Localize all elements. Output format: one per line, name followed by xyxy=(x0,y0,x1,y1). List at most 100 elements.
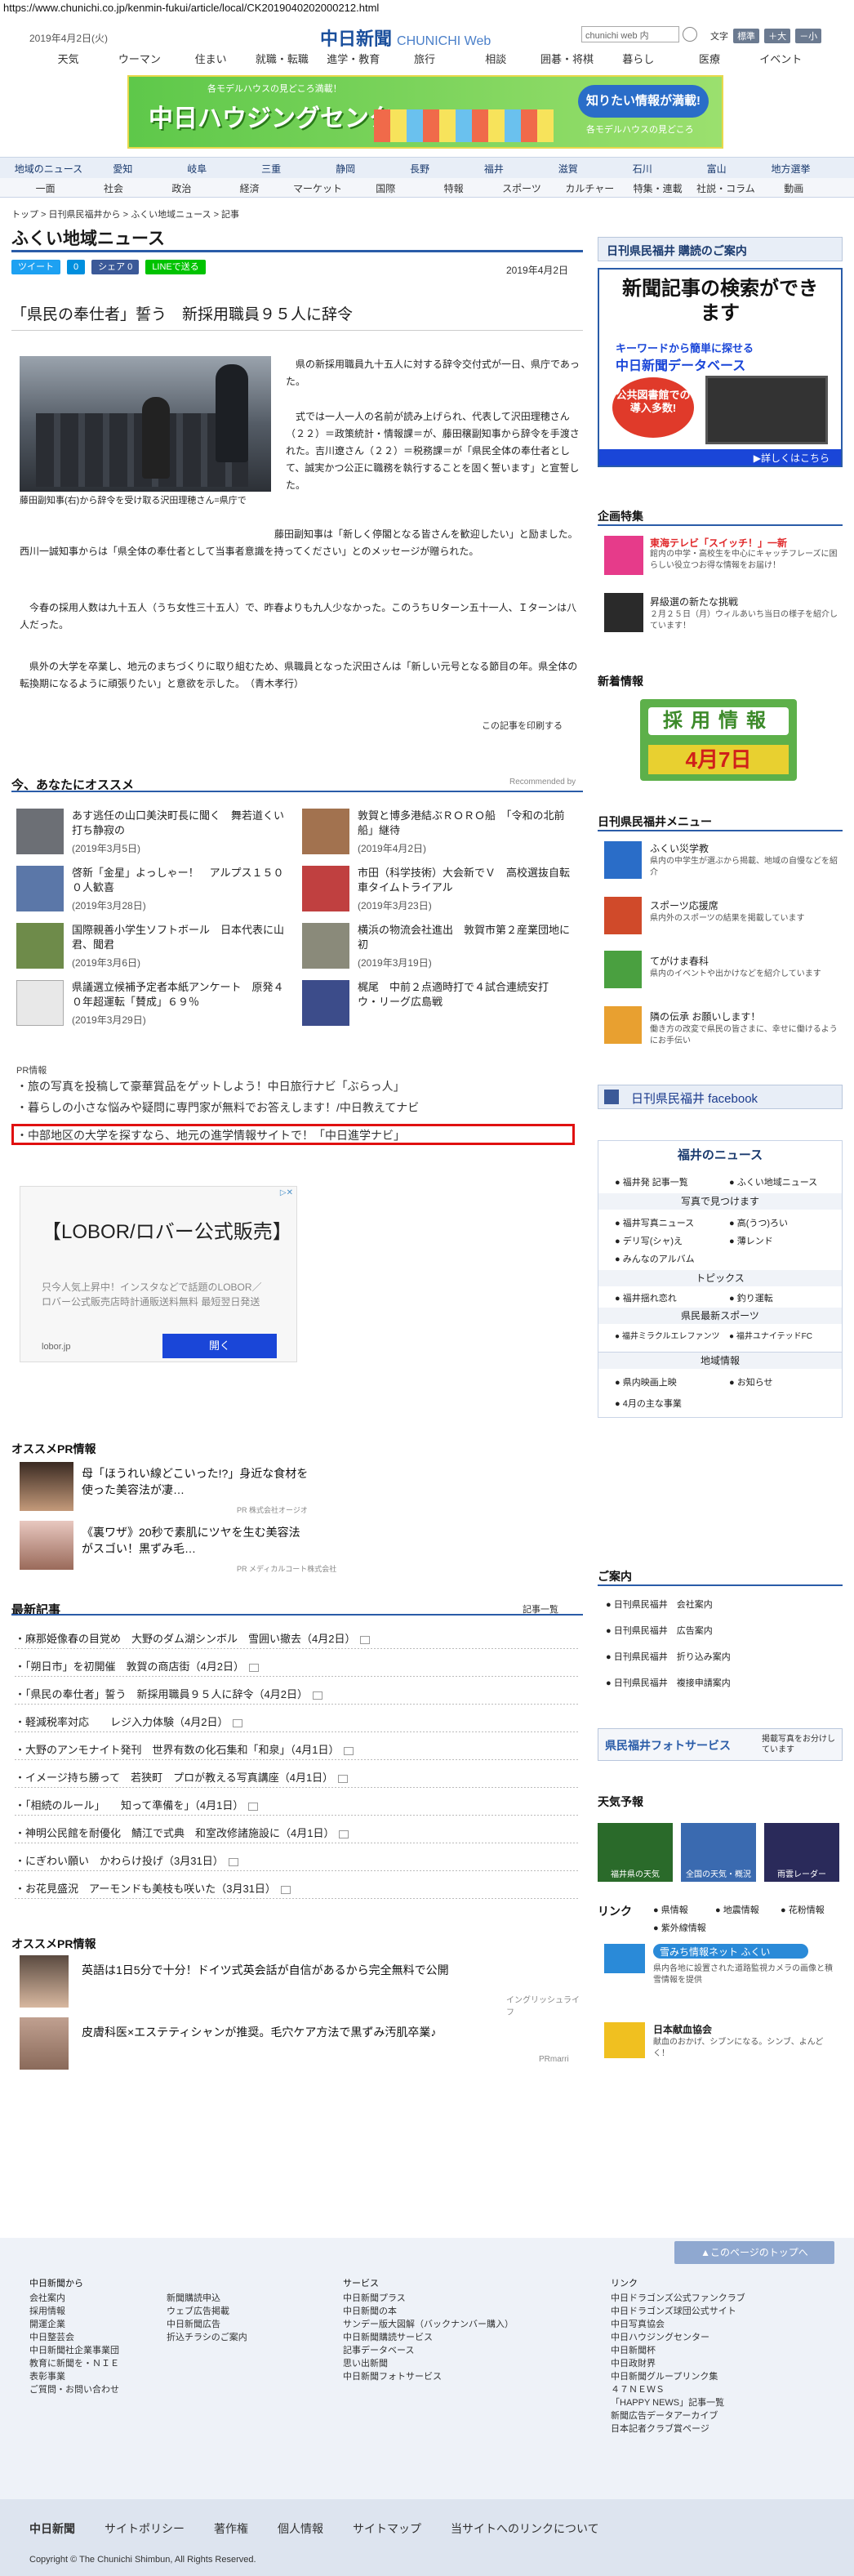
guide-link[interactable]: ● 日刊県民福井 複接申請案内 xyxy=(606,1676,731,1689)
font-large-button[interactable]: ＋大 xyxy=(764,29,791,43)
subscribe-banner[interactable]: 日刊県民福井 購読のご案内 xyxy=(598,237,843,261)
search-input[interactable]: chunichi web 内 xyxy=(581,26,679,42)
latest-item[interactable]: ・軽減税率対応 レジ入力体験（4月2日） xyxy=(15,1714,578,1732)
footer-link[interactable]: 中日写真協会 xyxy=(611,2318,745,2331)
latest-item[interactable]: ・お花見盛況 アーモンドも美枝も咲いた（3月31日） xyxy=(15,1880,578,1899)
link-item[interactable]: ● 紫外線情報 xyxy=(653,1921,706,1934)
footer-link[interactable]: 中日ドラゴンズ公式ファンクラブ xyxy=(611,2292,745,2305)
ad-open-button[interactable]: 開く xyxy=(162,1334,277,1358)
weather-national[interactable]: 全国の天気・概況 xyxy=(681,1823,756,1882)
section-item[interactable]: マーケット xyxy=(283,181,351,195)
region-item[interactable]: 岐阜 xyxy=(160,162,234,176)
nav-item[interactable]: 相談 xyxy=(460,51,532,66)
facebook-share-button[interactable]: シェア 0 xyxy=(91,260,140,274)
fukui-news-link[interactable]: ● ふくい地域ニュース xyxy=(729,1175,817,1188)
region-item[interactable]: 石川 xyxy=(605,162,679,176)
section-item[interactable]: 経済 xyxy=(216,181,283,195)
footer-link[interactable]: 中日新聞の本 xyxy=(343,2305,514,2318)
guide-link[interactable]: ● 日刊県民福井 折り込み案内 xyxy=(606,1650,731,1663)
area-link[interactable]: ● 県内映画上映 xyxy=(615,1375,677,1388)
link-item[interactable]: ● 地震情報 xyxy=(715,1903,759,1916)
footer-link[interactable]: 中日新聞杯 xyxy=(611,2344,745,2357)
footer-link[interactable]: サンデー版大図解（バックナンバー購入） xyxy=(343,2318,514,2331)
recommend-item[interactable]: 市田（科学技術）大会新でＶ 高校選抜自転車タイムトライアル (2019年3月23日… xyxy=(297,866,575,911)
kikaku-item[interactable]: 昇級選の新たな挑戦 xyxy=(650,595,838,608)
latest-item[interactable]: ・神明公民館を耐優化 鯖江で式典 和室改修諸施設に（4月1日） xyxy=(15,1825,578,1843)
nav-item[interactable]: 医療 xyxy=(674,51,745,66)
recommend-item[interactable]: 横浜の物流会社進出 敦賀市第２産業団地に初 (2019年3月19日) xyxy=(297,923,575,969)
sports-link[interactable]: ● 福井ミラクルエレファンツ xyxy=(615,1329,720,1341)
recommend-item[interactable]: 啓新「金星」よっしゃー！ アルプス１５００人歓喜 (2019年3月28日) xyxy=(11,866,289,911)
weather-radar[interactable]: 雨雲レーダー xyxy=(764,1823,839,1882)
footer-link[interactable]: 記事データベース xyxy=(343,2344,514,2357)
photo-service-banner[interactable]: 県民福井フォトサービス 掲載写真をお分けしています xyxy=(598,1728,843,1761)
housing-banner[interactable]: 各モデルハウスの見どころ満載！ 中日ハウジングセンター 知りたい情報が満載! 各… xyxy=(127,75,723,149)
menu-item[interactable]: スポーツ応援席 xyxy=(650,898,838,912)
snow-link[interactable]: 雪みち情報ネット ふくい xyxy=(653,1944,808,1959)
print-link[interactable]: この記事を印刷する xyxy=(482,719,563,732)
back-to-top-button[interactable]: ▲このページのトップへ xyxy=(674,2241,834,2264)
footer-link[interactable]: 折込チラシのご案内 xyxy=(167,2331,247,2344)
latest-item[interactable]: ・麻那姫像春の目覚め 大野のダム湖シンボル 雪囲い撤去（4月2日） xyxy=(15,1630,578,1649)
region-item[interactable]: 滋賀 xyxy=(531,162,605,176)
footer-logo[interactable]: 中日新聞 xyxy=(29,2520,75,2537)
tweet-button[interactable]: ツイート xyxy=(11,260,60,274)
line-button[interactable]: LINEで送る xyxy=(145,260,206,274)
nav-item[interactable]: 進学・教育 xyxy=(318,51,389,66)
nav-item[interactable]: 住まい xyxy=(176,51,247,66)
footer-link[interactable]: 表彰事業 xyxy=(29,2370,119,2383)
section-item[interactable]: 特報 xyxy=(420,181,487,195)
photo-link[interactable]: ● 薄レンド xyxy=(729,1234,773,1247)
footer-link[interactable]: 中日ドラゴンズ球団公式サイト xyxy=(611,2305,745,2318)
section-item[interactable]: 動画 xyxy=(760,181,828,195)
footer-bar-link[interactable]: 著作権 xyxy=(214,2520,248,2537)
region-item[interactable]: 長野 xyxy=(383,162,457,176)
region-item[interactable]: 愛知 xyxy=(86,162,160,176)
search-icon[interactable] xyxy=(683,27,697,42)
latest-item[interactable]: ・「朔日市」を初開催 敦賀の商店街（4月2日） xyxy=(15,1658,578,1677)
section-item[interactable]: 一面 xyxy=(11,181,79,195)
recommend-item[interactable]: 敦賀と博多港結ぶＲＯＲＯ船 「令和の北前船」継待 (2019年4月2日) xyxy=(297,809,575,854)
footer-bar-link[interactable]: 当サイトへのリンクについて xyxy=(451,2520,599,2537)
region-item[interactable]: 福井 xyxy=(456,162,531,176)
footer-link[interactable]: 採用情報 xyxy=(29,2305,119,2318)
topic-link[interactable]: ● 釣り運転 xyxy=(729,1291,773,1304)
hatena-button[interactable]: 0 xyxy=(67,260,86,274)
ad-choices-icon[interactable]: ▷✕ xyxy=(280,1188,293,1197)
nav-item[interactable]: 就職・転職 xyxy=(247,51,318,66)
fukui-news-link[interactable]: ● 福井発 記事一覧 xyxy=(615,1175,688,1188)
footer-link[interactable]: ご質問・お問い合わせ xyxy=(29,2383,119,2396)
section-item[interactable]: 社会 xyxy=(79,181,147,195)
site-logo[interactable]: 中日新聞 CHUNICHI Web xyxy=(320,25,491,51)
footer-link[interactable]: 思い出新聞 xyxy=(343,2357,514,2370)
recruit-banner[interactable]: 採用情報 4月7日 xyxy=(640,699,797,781)
ospr-item[interactable]: 《裏ワザ》20秒で素肌にツヤを生む美容法がスゴい！黒ずみ毛… PR メディカルコ… xyxy=(16,1521,506,1573)
footer-link[interactable]: 中日整芸会 xyxy=(29,2331,119,2344)
footer-link[interactable]: 新聞購読申込 xyxy=(167,2292,247,2305)
footer-link[interactable]: 中日新聞プラス xyxy=(343,2292,514,2305)
region-item[interactable]: 三重 xyxy=(234,162,309,176)
recommend-item[interactable]: 梶尾 中前２点適時打で４試合連続安打 ウ・リーグ広島戦 xyxy=(297,980,575,1026)
latest-item[interactable]: ・にぎわい願い かわらけ投げ（3月31日） xyxy=(15,1852,578,1871)
area-link[interactable]: ● 4月の主な事業 xyxy=(615,1397,682,1410)
latest-item[interactable]: ・大野のアンモナイト発刊 世界有数の化石集和「和泉」（4月1日） xyxy=(15,1741,578,1760)
footer-link[interactable]: 「HAPPY NEWS」記事一覧 xyxy=(611,2396,745,2409)
font-small-button[interactable]: －小 xyxy=(795,29,822,43)
nav-item[interactable]: 囲碁・将棋 xyxy=(532,51,603,66)
photo-link[interactable]: ● デリ写(シャ)え xyxy=(615,1234,683,1247)
pr-link[interactable]: ・暮らしの小さな悩みや疑問に専門家が無料でお答えします！/中日教えてナビ xyxy=(16,1099,419,1116)
article-photo[interactable] xyxy=(20,356,271,492)
footer-link[interactable]: 中日新聞購読サービス xyxy=(343,2331,514,2344)
nav-item[interactable]: イベント xyxy=(745,51,816,66)
footer-link[interactable]: 日本記者クラブ賞ページ xyxy=(611,2422,745,2436)
sports-link[interactable]: ● 福井ユナイテッドFC xyxy=(729,1329,812,1341)
section-item[interactable]: 国際 xyxy=(352,181,420,195)
footer-bar-link[interactable]: 個人情報 xyxy=(278,2520,323,2537)
footer-link[interactable]: 中日新聞フォトサービス xyxy=(343,2370,514,2383)
footer-link[interactable]: 中日ハウジングセンター xyxy=(611,2331,745,2344)
facebook-banner[interactable]: 日刊県民福井 facebook xyxy=(598,1085,843,1109)
nav-item[interactable]: 旅行 xyxy=(389,51,460,66)
section-item[interactable]: 社説・コラム xyxy=(692,181,759,195)
nav-item[interactable]: 天気 xyxy=(33,51,104,66)
breadcrumb[interactable]: トップ > 日刊県民福井から > ふくい地域ニュース > 記事 xyxy=(11,207,239,221)
